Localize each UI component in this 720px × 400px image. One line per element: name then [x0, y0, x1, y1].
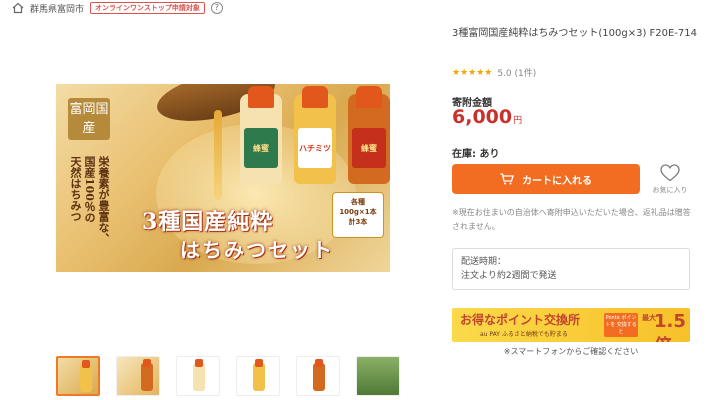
thumbnail-farm-photo[interactable] — [356, 356, 400, 396]
thumbnail-strip — [56, 356, 400, 396]
favorite-button[interactable]: お気に入り — [650, 164, 690, 195]
heart-icon — [660, 164, 680, 182]
jar-label: 蜂蜜 — [244, 128, 278, 168]
delivery-value: 注文より約2週間で発送 — [461, 271, 557, 281]
quantity-line-3: 計3本 — [348, 218, 368, 226]
cart-icon — [500, 173, 514, 185]
thumbnail-banner[interactable] — [56, 356, 100, 396]
quantity-line-2: 100g×1本 — [339, 208, 377, 216]
promo-note: ※スマートフォンからご確認ください — [503, 347, 639, 356]
residency-note: ※現在お住まいの自治体へ寄附申込いただいた場合、返礼品は贈答されません。 — [452, 208, 691, 231]
promo-headline: お得なポイント交換所 — [460, 313, 581, 327]
delivery-label: 配送時期： — [461, 257, 507, 267]
add-to-cart-label: カートに入れる — [522, 175, 592, 187]
hero-headline-2: はちみつセット — [180, 238, 334, 262]
help-icon[interactable]: ? — [210, 2, 223, 14]
quantity-box: 各種 100g×1本 計3本 — [332, 192, 384, 238]
hero-headline-1: 3種国産純粋 — [142, 209, 274, 235]
home-icon[interactable] — [12, 2, 24, 14]
honey-jar-2: ハチミツ — [294, 86, 336, 184]
point-exchange-banner[interactable]: お得なポイント交換所 au PAY ふるさと納税でも貯まる Ponta ポイント… — [452, 308, 690, 342]
quantity-line-1: 各種 — [351, 198, 365, 206]
jar-label: ハチミツ — [298, 128, 332, 168]
location-link[interactable]: 群馬県富岡市 — [30, 2, 84, 15]
promo-multiplier: 1.5倍 — [654, 311, 686, 342]
stock-status: 在庫: あり — [452, 149, 500, 160]
add-to-cart-button[interactable]: カートに入れる — [452, 164, 640, 194]
jar-cap — [302, 86, 328, 108]
product-page: 群馬県富岡市 オンラインワンストップ申請対象 ? 富岡国産 栄養素が豊富な、 国… — [0, 0, 720, 400]
tagline-line-1: 栄養素が豊富な、 — [97, 156, 110, 244]
delivery-box: 配送時期： 注文より約2週間で発送 — [452, 248, 690, 290]
honey-jar-1: 蜂蜜 — [240, 86, 282, 184]
location-bar: 群馬県富岡市 オンラインワンストップ申請対象 ? — [12, 0, 223, 16]
honey-jar-3: 蜂蜜 — [348, 86, 390, 184]
favorite-label: お気に入り — [652, 186, 688, 194]
price: 6,000 円 — [452, 106, 522, 128]
main-product-image[interactable]: 富岡国産 栄養素が豊富な、 国産100％の 天然はちみつ 蜂蜜 ハチミツ 蜂蜜 … — [56, 84, 390, 272]
ponta-box: Ponta ポイントを 交換すると — [604, 313, 638, 337]
price-unit: 円 — [513, 116, 523, 126]
jar-cap — [248, 86, 274, 108]
jar-label: 蜂蜜 — [352, 128, 386, 168]
star-rating-icon: ★★★★★ — [452, 67, 493, 78]
product-title: 3種富岡国産純粋はちみつセット(100g×3) F20E-714 — [452, 28, 698, 39]
tomioka-label: 富岡国産 — [68, 98, 110, 140]
tagline-line-2: 国産100％の — [83, 156, 96, 223]
rating-text[interactable]: 5.0 (1件) — [497, 66, 536, 79]
tagline-line-3: 天然はちみつ — [69, 156, 82, 222]
price-value: 6,000 — [452, 106, 513, 128]
honey-drip — [214, 110, 222, 200]
thumbnail-banner-2[interactable] — [116, 356, 160, 396]
promo-subline: au PAY ふるさと納税でも貯まる — [480, 331, 568, 338]
thumbnail-jar-1[interactable] — [176, 356, 220, 396]
thumbnail-jar-2[interactable] — [236, 356, 280, 396]
one-stop-badge: オンラインワンストップ申請対象 — [90, 2, 205, 14]
thumbnail-jar-3[interactable] — [296, 356, 340, 396]
rating[interactable]: ★★★★★ 5.0 (1件) — [452, 66, 536, 80]
jar-cap — [356, 86, 382, 108]
